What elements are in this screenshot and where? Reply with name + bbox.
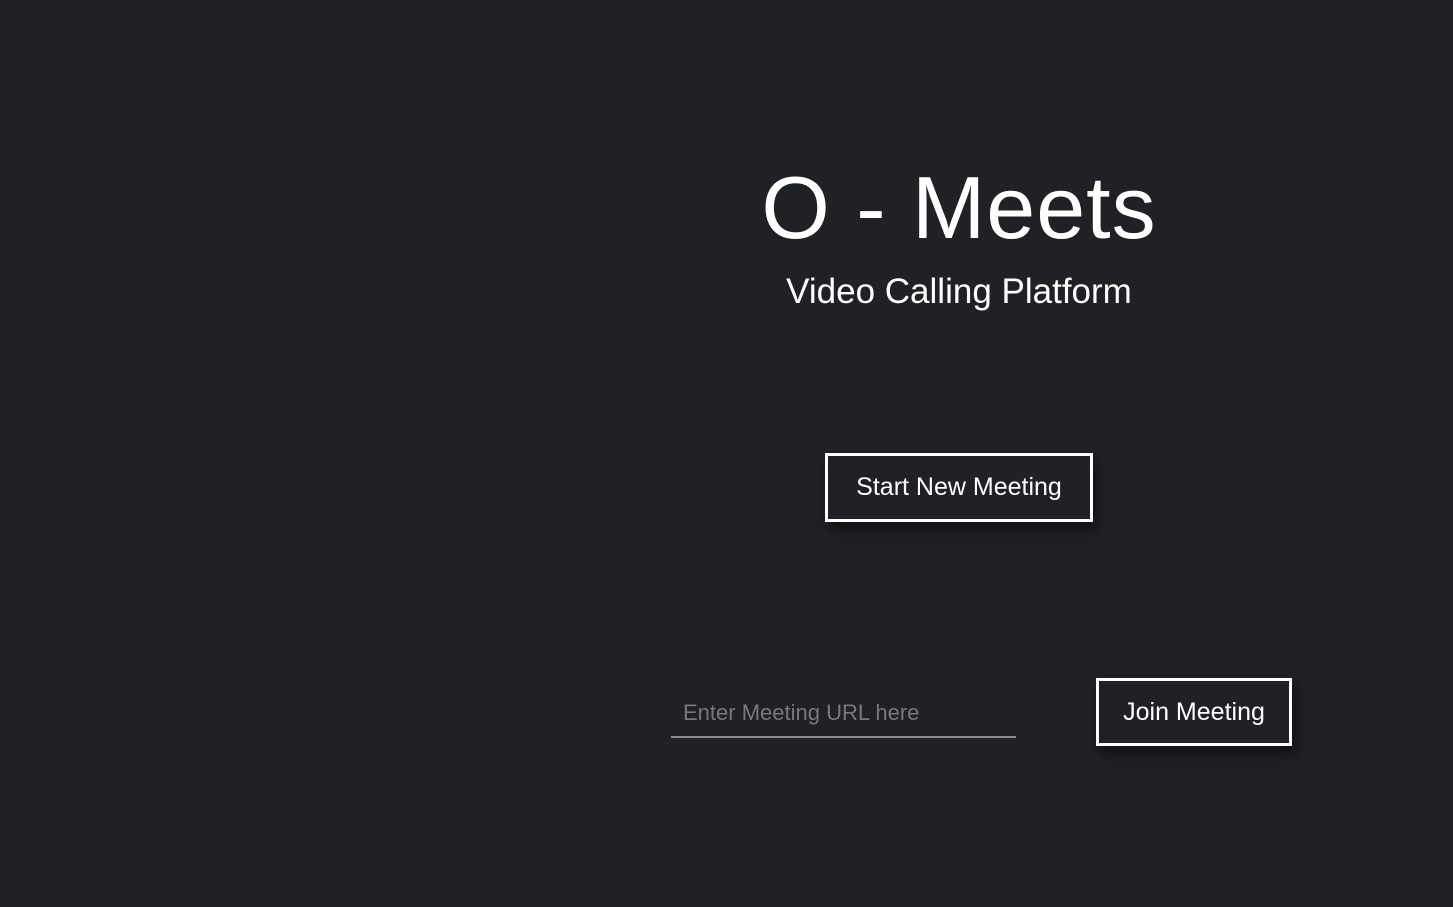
app-title: O - Meets [761,158,1157,257]
join-meeting-button[interactable]: Join Meeting [1096,678,1292,746]
start-new-meeting-button[interactable]: Start New Meeting [825,453,1093,522]
app-subtitle: Video Calling Platform [786,272,1132,311]
meeting-url-input[interactable] [671,690,1016,738]
